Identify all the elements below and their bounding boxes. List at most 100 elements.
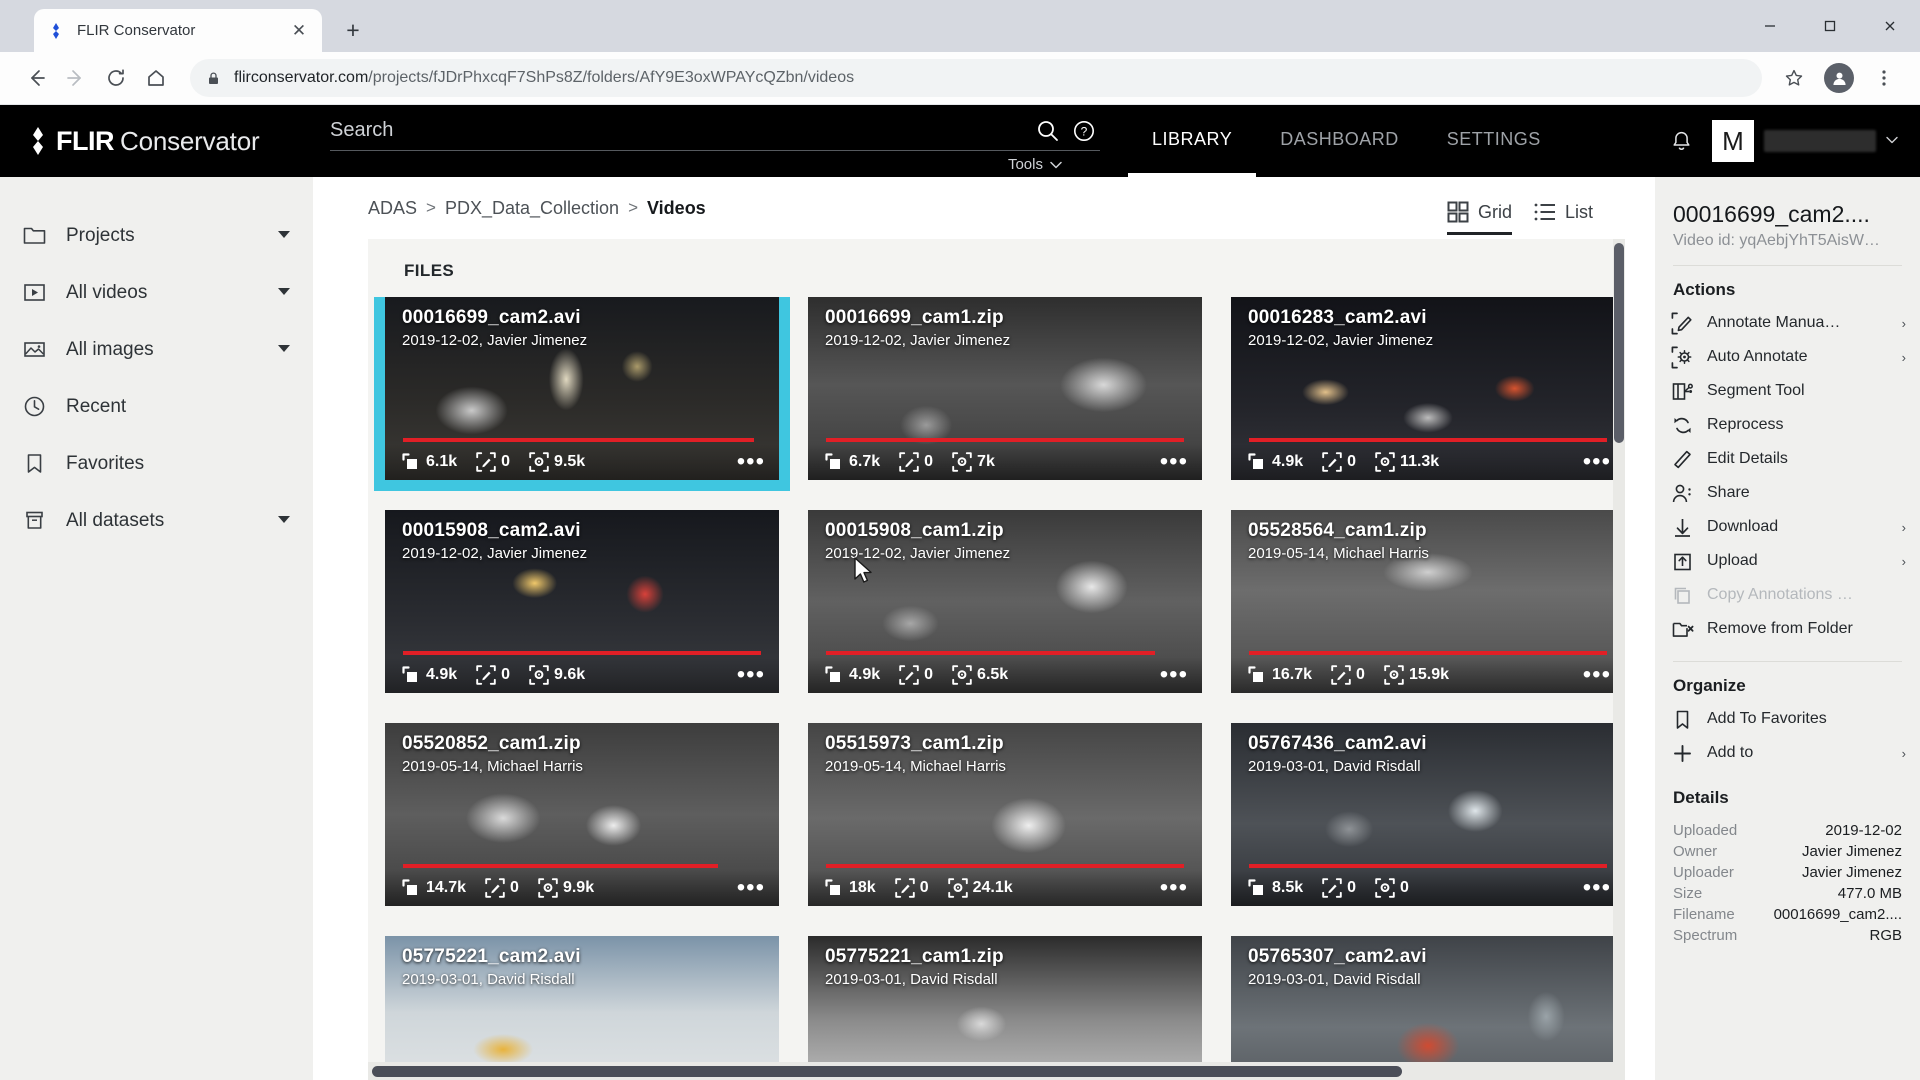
file-card[interactable]: 00015908_cam2.avi 2019-12-02, Javier Jime… (385, 510, 779, 693)
actions-list: Annotate Manua… › Auto Annotate › Segment To… (1655, 306, 1920, 646)
action-upload[interactable]: Upload › (1655, 544, 1920, 578)
file-card[interactable]: 00016283_cam2.avi 2019-12-02, Javier Jime… (1231, 297, 1625, 480)
grid-view-label: Grid (1477, 201, 1512, 222)
annotations-icon (1322, 452, 1342, 472)
app-logo[interactable]: FLIR Conservator (0, 126, 330, 157)
help-icon[interactable]: ? (1072, 119, 1096, 143)
action-remove-from-folder[interactable]: Remove from Folder (1655, 612, 1920, 646)
file-card-more-button[interactable]: ••• (1160, 450, 1188, 474)
tools-dropdown[interactable]: Tools (1008, 156, 1062, 173)
file-card-more-button[interactable]: ••• (1583, 450, 1611, 474)
file-card-more-button[interactable]: ••• (737, 663, 765, 687)
file-card-thumbnail (385, 936, 779, 1080)
chrome-profile-avatar[interactable] (1824, 63, 1854, 93)
chevron-down-icon[interactable] (277, 230, 291, 242)
annotations-icon (894, 878, 915, 898)
new-tab-button[interactable]: + (336, 13, 370, 47)
minimize-window-button[interactable] (1740, 0, 1800, 52)
annotations-icon (899, 665, 919, 685)
action-edit-details[interactable]: Edit Details (1655, 442, 1920, 476)
back-icon[interactable] (16, 58, 56, 98)
file-card[interactable]: 05528564_cam1.zip 2019-05-14, Michael Har… (1231, 510, 1625, 693)
file-card-more-button[interactable]: ••• (1583, 663, 1611, 687)
details-heading: Details (1673, 788, 1729, 807)
file-card-more-button[interactable]: ••• (1583, 876, 1611, 900)
list-view-button[interactable]: List (1534, 202, 1593, 235)
file-card-progress-bar (826, 651, 1156, 655)
sidebar-item-all-videos[interactable]: All videos (0, 264, 313, 321)
detail-key: Uploader (1673, 864, 1734, 881)
action-label: Annotate Manua… (1707, 314, 1841, 331)
grid-view-button[interactable]: Grid (1446, 201, 1512, 235)
breadcrumb-item-adas[interactable]: ADAS (368, 198, 417, 219)
frames-icon (402, 878, 421, 898)
chevron-down-icon[interactable] (277, 515, 291, 527)
main-nav: LIBRARY DASHBOARD SETTINGS (1128, 105, 1565, 177)
sidebar-item-label: All videos (66, 281, 148, 303)
search-input[interactable] (330, 117, 1036, 144)
file-card-more-button[interactable]: ••• (737, 876, 765, 900)
file-card[interactable]: 05520852_cam1.zip 2019-05-14, Michael Har… (385, 723, 779, 906)
vertical-scrollbar[interactable] (1613, 239, 1625, 1080)
sidebar-item-projects[interactable]: Projects (0, 207, 313, 264)
close-window-button[interactable] (1860, 0, 1920, 52)
breadcrumb-item-pdx-data-collection[interactable]: PDX_Data_Collection (445, 198, 619, 219)
action-segment-tool[interactable]: Segment Tool (1655, 374, 1920, 408)
close-tab-icon[interactable]: ✕ (288, 20, 310, 42)
browser-tab[interactable]: FLIR Conservator ✕ (34, 9, 322, 52)
sidebar-item-all-images[interactable]: All images (0, 321, 313, 378)
file-card[interactable]: 00016699_cam1.zip 2019-12-02, Javier Jime… (808, 297, 1202, 480)
file-card[interactable]: 00016699_cam2.avi 2019-12-02, Javier Jime… (374, 297, 790, 491)
nav-library[interactable]: LIBRARY (1128, 105, 1257, 177)
notifications-bell-icon[interactable] (1669, 129, 1694, 154)
action-reprocess[interactable]: Reprocess (1655, 408, 1920, 442)
file-card-stat: 6.5k (952, 665, 1008, 685)
file-card-stat-value: 0 (501, 453, 511, 470)
files-grid-scroll[interactable]: 00016699_cam2.avi 2019-12-02, Javier Jime… (368, 297, 1625, 1080)
file-card[interactable]: 00015908_cam1.zip 2019-12-02, Javier Jime… (808, 510, 1202, 693)
action-auto-annotate[interactable]: Auto Annotate › (1655, 340, 1920, 374)
action-download[interactable]: Download › (1655, 510, 1920, 544)
action-add-to[interactable]: Add to › (1655, 736, 1920, 770)
chevron-down-icon (1050, 161, 1062, 169)
chrome-menu-icon[interactable] (1864, 58, 1904, 98)
search-icon[interactable] (1036, 119, 1060, 143)
lock-icon (206, 71, 221, 86)
chevron-down-icon[interactable] (277, 344, 291, 356)
horizontal-scrollbar[interactable] (368, 1062, 1625, 1080)
forward-icon[interactable] (56, 58, 96, 98)
vertical-scrollbar-thumb[interactable] (1614, 243, 1624, 443)
detections-icon (529, 452, 549, 472)
sidebar: Projects All videos All images Recent Fa… (0, 177, 313, 1080)
nav-dashboard[interactable]: DASHBOARD (1256, 105, 1423, 177)
address-bar[interactable]: flirconservator.com/projects/fJDrPhxcqF7… (190, 59, 1762, 97)
bookmark-star-icon[interactable] (1774, 58, 1814, 98)
file-card[interactable]: 05767436_cam2.avi 2019-03-01, David Risda… (1231, 723, 1625, 906)
sidebar-item-all-datasets[interactable]: All datasets (0, 492, 313, 549)
home-icon[interactable] (136, 58, 176, 98)
file-card-more-button[interactable]: ••• (1160, 663, 1188, 687)
action-label: Add To Favorites (1707, 710, 1827, 727)
maximize-window-button[interactable] (1800, 0, 1860, 52)
file-card-more-button[interactable]: ••• (1160, 876, 1188, 900)
action-add-to-favorites[interactable]: Add To Favorites (1655, 702, 1920, 736)
file-card[interactable]: 05765307_cam2.avi 2019-03-01, David Risda… (1231, 936, 1625, 1080)
horizontal-scrollbar-thumb[interactable] (372, 1066, 1402, 1077)
file-card[interactable]: 05775221_cam2.avi 2019-03-01, David Risda… (385, 936, 779, 1080)
chevron-down-icon[interactable] (277, 287, 291, 299)
file-card[interactable]: 05515973_cam1.zip 2019-05-14, Michael Har… (808, 723, 1202, 906)
reload-icon[interactable] (96, 58, 136, 98)
chevron-down-icon (1886, 135, 1898, 147)
sidebar-item-recent[interactable]: Recent (0, 378, 313, 435)
action-share[interactable]: Share (1655, 476, 1920, 510)
sidebar-item-favorites[interactable]: Favorites (0, 435, 313, 492)
sidebar-item-label: Favorites (66, 452, 145, 474)
nav-settings[interactable]: SETTINGS (1423, 105, 1565, 177)
file-card-progress-bar (403, 438, 754, 442)
action-annotate-manua[interactable]: Annotate Manua… › (1655, 306, 1920, 340)
file-card-stat-value: 15.9k (1408, 666, 1449, 683)
file-card-stat-value: 9.9k (562, 879, 595, 896)
file-card-more-button[interactable]: ••• (737, 450, 765, 474)
user-menu[interactable]: M (1712, 120, 1898, 162)
file-card[interactable]: 05775221_cam1.zip 2019-03-01, David Risda… (808, 936, 1202, 1080)
